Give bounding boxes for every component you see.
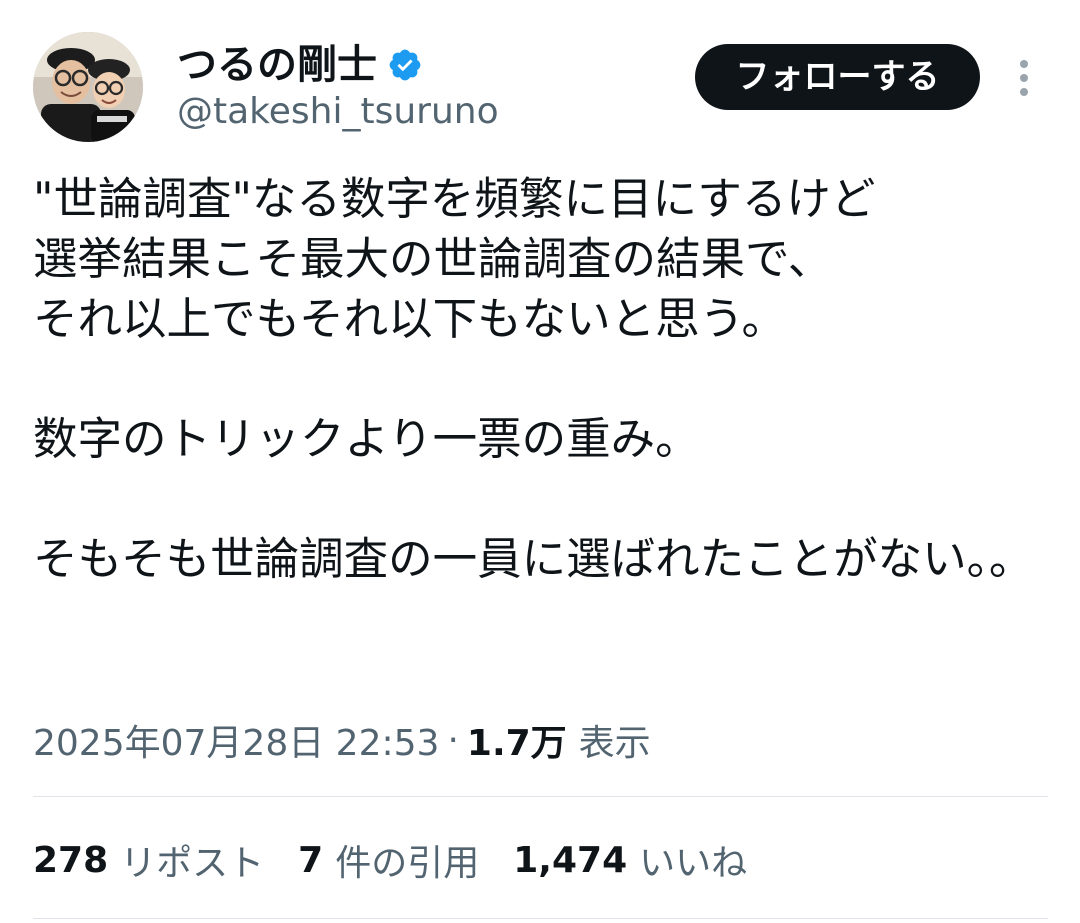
avatar[interactable] [33,32,143,142]
likes-label: いいね [639,843,748,884]
retweets-stat[interactable]: 278 リポスト [33,834,264,886]
engagement-stats: 278 リポスト 7 件の引用 1,474 いいね [33,832,781,888]
retweets-count: 278 [33,839,109,881]
author-name-row: つるの剛士 [177,40,423,90]
views-label: 表示 [578,723,651,764]
likes-count: 1,474 [513,839,628,881]
quotes-stat[interactable]: 7 件の引用 [298,834,479,886]
likes-stat[interactable]: 1,474 いいね [513,834,747,886]
author-handle[interactable]: @takeshi_tsuruno [177,90,499,134]
follow-button[interactable]: フォローする [695,44,980,110]
more-vertical-icon [1020,60,1028,96]
more-options-button[interactable] [1006,56,1042,100]
author-display-name[interactable]: つるの剛士 [177,40,377,90]
tweet-header: つるの剛士 @takeshi_tsuruno フォローする [0,0,1080,160]
divider [33,918,1048,919]
verified-badge-icon [387,47,423,83]
profile-photo-icon [33,32,143,142]
meta-separator: · [447,719,459,761]
tweet-timestamp[interactable]: 2025年07月28日 22:53 [33,714,439,766]
retweets-label: リポスト [120,843,265,884]
divider [33,796,1048,797]
quotes-label: 件の引用 [335,843,480,884]
tweet-meta: 2025年07月28日 22:53 · 1.7万 表示 [33,712,651,768]
quotes-count: 7 [298,839,324,881]
tweet-text: "世論調査"なる数字を頻繁に目にするけど 選挙結果こそ最大の世論調査の結果で、 … [33,174,1034,585]
views-count: 1.7万 [466,723,567,764]
